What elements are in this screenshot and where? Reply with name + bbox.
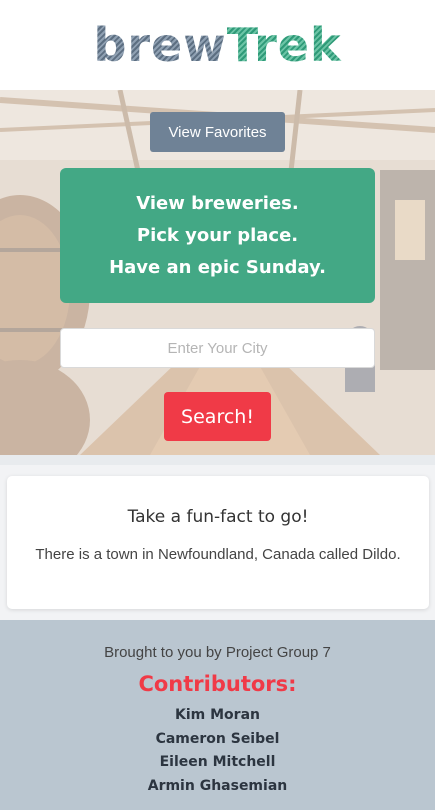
logo-trek: Trek	[226, 18, 342, 72]
hero-section: View Favorites View breweries. Pick your…	[0, 90, 435, 455]
logo-brew: brew	[93, 18, 227, 72]
contributors-list: Kim Moran Cameron Seibel Eileen Mitchell…	[0, 704, 435, 798]
credit-text: Brought to you by Project Group 7	[104, 644, 331, 661]
contributors-heading: Contributors:	[138, 672, 297, 696]
app-header: brew Trek	[0, 0, 435, 90]
brewtrek-logo[interactable]: brew Trek	[93, 22, 341, 68]
search-button[interactable]: Search!	[164, 392, 271, 441]
fun-fact-text: There is a town in Newfoundland, Canada …	[35, 546, 401, 563]
contributor-name: Kim Moran	[175, 707, 260, 723]
fun-fact-title: Take a fun-fact to go!	[127, 507, 309, 527]
tagline-line-1: View breweries.	[136, 192, 299, 214]
tagline-box: View breweries. Pick your place. Have an…	[60, 168, 375, 303]
contributor-name: Cameron Seibel	[155, 730, 280, 747]
tagline-line-3: Have an epic Sunday.	[109, 256, 326, 278]
contributor-name: Eileen Mitchell	[159, 754, 276, 770]
section-divider	[0, 455, 435, 465]
footer: Brought to you by Project Group 7 Contri…	[0, 620, 435, 810]
view-favorites-button[interactable]: View Favorites	[150, 112, 285, 152]
fun-fact-card: Take a fun-fact to go! There is a town i…	[7, 476, 429, 609]
contributor-name: Armin Ghasemian	[147, 777, 288, 794]
city-search-input[interactable]	[60, 328, 375, 368]
fun-fact-section: Take a fun-fact to go! There is a town i…	[0, 465, 435, 620]
tagline-line-2: Pick your place.	[136, 224, 299, 246]
